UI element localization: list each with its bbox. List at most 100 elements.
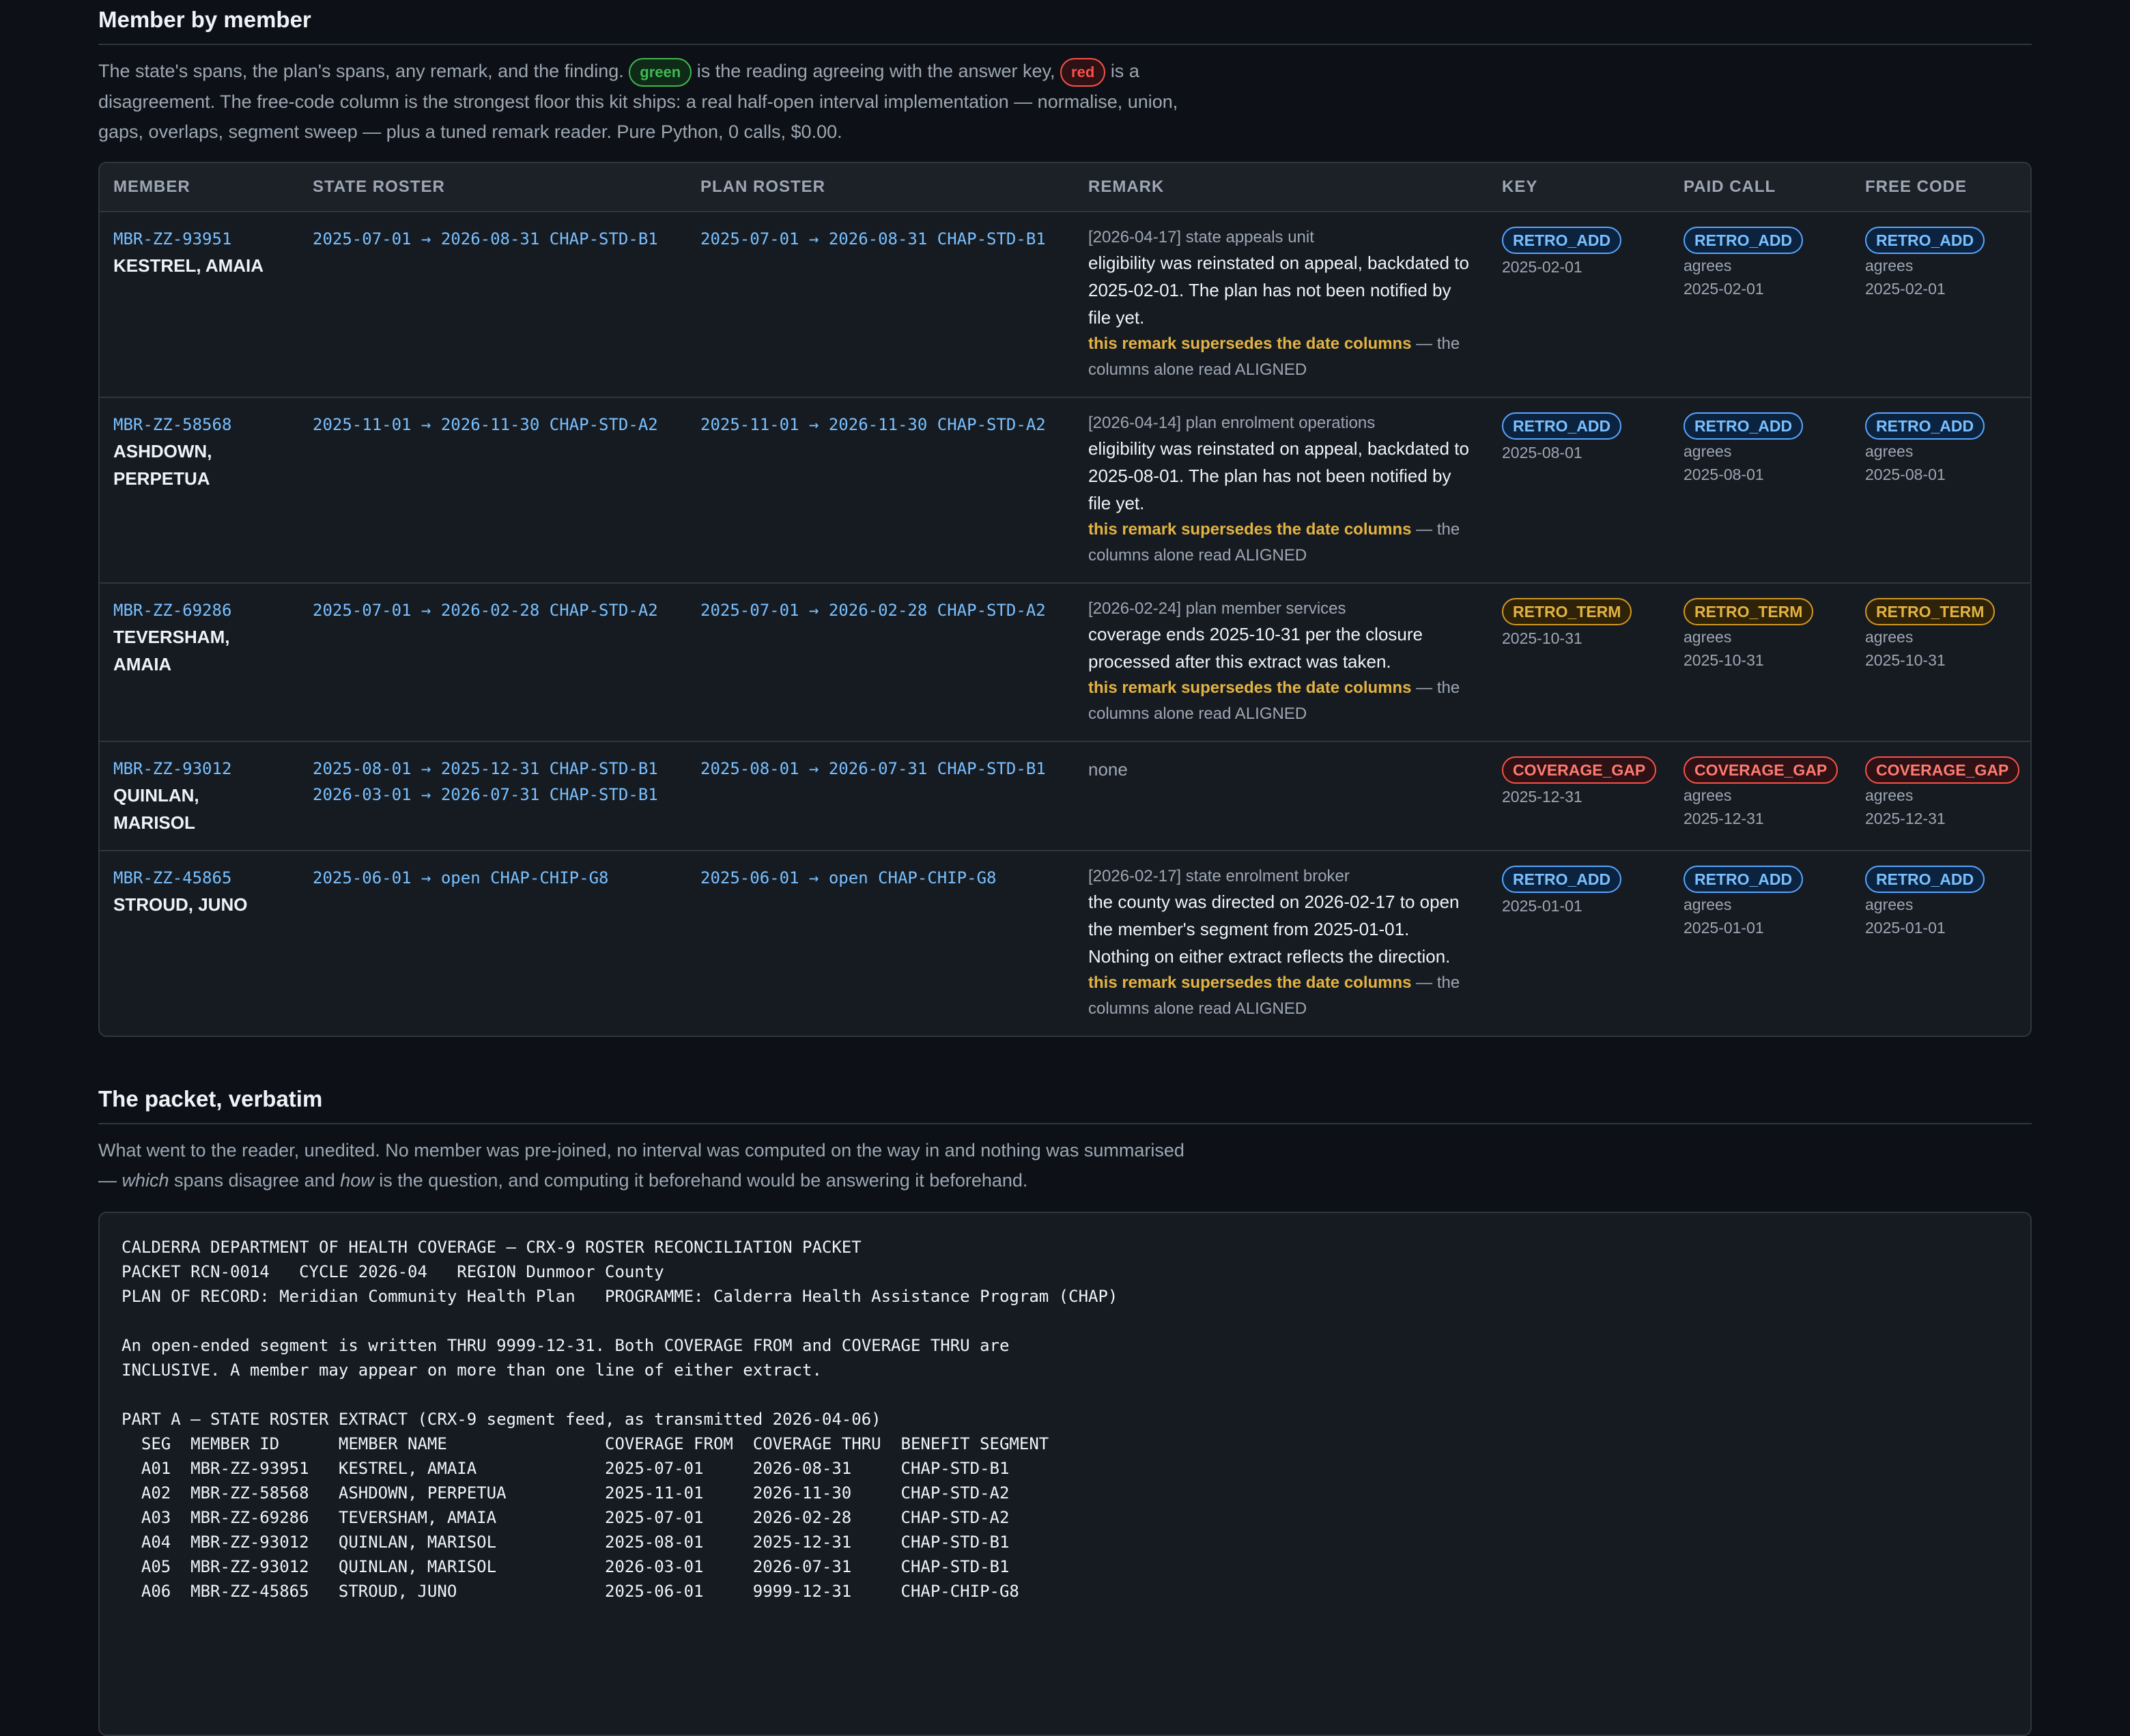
member-table: MEMBER STATE ROSTER PLAN ROSTER REMARK K… [100,162,2030,1036]
packet-intro-b: spans disagree and [169,1169,341,1191]
intro-text-1: The state's spans, the plan's spans, any… [98,61,624,81]
key-date: 2025-01-01 [1502,896,1582,915]
supersede-note: this remark supersedes the date columns … [1088,331,1475,383]
free-code-date: 2025-01-01 [1865,918,1946,937]
free-code-badge: RETRO_ADD [1865,865,1985,893]
free-code-note: agrees [1865,786,1914,804]
remark-cell: none [1075,741,1488,851]
plan-roster-cell: 2025-11-01 → 2026-11-30 CHAP-STD-A2 [687,397,1075,584]
plan-span: 2025-11-01 → 2026-11-30 CHAP-STD-A2 [700,414,1046,434]
free-code-cell: RETRO_ADD agrees 2025-08-01 [1851,397,2030,584]
remark-source: [2026-04-14] plan enrolment operations [1088,413,1376,432]
state-roster-cell: 2025-07-01 → 2026-08-31 CHAP-STD-B1 [299,211,687,398]
member-name: ASHDOWN, PERPETUA [113,440,212,489]
member-id-link[interactable]: MBR-ZZ-58568 [113,412,285,438]
paid-call-note: agrees [1684,627,1732,646]
packet-intro-how: how [340,1169,374,1191]
state-span: 2025-07-01 → 2026-08-31 CHAP-STD-B1 [313,229,658,248]
free-code-date: 2025-10-31 [1865,651,1946,669]
free-code-cell: RETRO_ADD agrees 2025-02-01 [1851,211,2030,398]
remark-cell: [2026-02-24] plan member services covera… [1075,582,1488,742]
col-header-paid-call: PAID CALL [1670,162,1851,212]
remark-source: [2026-04-17] state appeals unit [1088,227,1314,246]
col-header-free-code: FREE CODE [1851,162,2030,212]
member-cell: MBR-ZZ-58568 ASHDOWN, PERPETUA [100,397,299,584]
col-header-remark: REMARK [1075,162,1488,212]
col-header-key: KEY [1488,162,1670,212]
paid-call-cell: COVERAGE_GAP agrees 2025-12-31 [1670,741,1851,851]
paid-call-note: agrees [1684,256,1732,274]
key-date: 2025-12-31 [1502,787,1582,806]
state-span: 2025-11-01 → 2026-11-30 CHAP-STD-A2 [313,414,658,434]
free-code-cell: RETRO_TERM agrees 2025-10-31 [1851,582,2030,742]
table-row: MBR-ZZ-45865 STROUD, JUNO 2025-06-01 → o… [100,851,2030,1036]
paid-call-note: agrees [1684,895,1732,913]
member-id-link[interactable]: MBR-ZZ-69286 [113,597,285,623]
paid-call-cell: RETRO_ADD agrees 2025-01-01 [1670,851,1851,1036]
member-cell: MBR-ZZ-93951 KESTREL, AMAIA [100,211,299,398]
green-pill: green [629,57,692,87]
paid-call-note: agrees [1684,786,1732,804]
supersede-note: this remark supersedes the date columns … [1088,675,1475,727]
remark-cell: [2026-02-17] state enrolment broker the … [1075,851,1488,1036]
packet-verbatim-box[interactable]: CALDERRA DEPARTMENT OF HEALTH COVERAGE —… [98,1211,2032,1736]
plan-span: 2025-07-01 → 2026-08-31 CHAP-STD-B1 [700,229,1046,248]
paid-call-cell: RETRO_ADD agrees 2025-02-01 [1670,211,1851,398]
key-badge: RETRO_ADD [1502,865,1622,893]
paid-call-date: 2025-10-31 [1684,651,1764,669]
member-id-link[interactable]: MBR-ZZ-93012 [113,756,285,782]
remark-cell: [2026-04-17] state appeals unit eligibil… [1075,211,1488,398]
supersede-flag: this remark supersedes the date columns [1088,678,1412,697]
state-span: 2025-08-01 → 2025-12-31 CHAP-STD-B1 [313,758,658,778]
col-header-member: MEMBER [100,162,299,212]
packet-intro: What went to the reader, unedited. No me… [98,1135,1191,1195]
key-date: 2025-02-01 [1502,257,1582,276]
paid-call-badge: RETRO_ADD [1684,226,1804,254]
key-date: 2025-10-31 [1502,629,1582,647]
state-roster-cell: 2025-06-01 → open CHAP-CHIP-G8 [299,851,687,1036]
free-code-note: agrees [1865,627,1914,646]
key-cell: RETRO_ADD 2025-01-01 [1488,851,1670,1036]
member-cell: MBR-ZZ-93012 QUINLAN, MARISOL [100,741,299,851]
remark-none: none [1088,758,1128,780]
member-name: KESTREL, AMAIA [113,255,264,276]
section-intro: The state's spans, the plan's spans, any… [98,56,1191,147]
free-code-badge: COVERAGE_GAP [1865,756,2020,784]
supersede-note: this remark supersedes the date columns … [1088,970,1475,1022]
free-code-note: agrees [1865,895,1914,913]
key-badge: RETRO_TERM [1502,597,1632,625]
free-code-date: 2025-12-31 [1865,809,1946,827]
table-row: MBR-ZZ-93012 QUINLAN, MARISOL 2025-08-01… [100,741,2030,851]
paid-call-date: 2025-02-01 [1684,279,1764,298]
free-code-badge: RETRO_ADD [1865,412,1985,440]
key-cell: COVERAGE_GAP 2025-12-31 [1488,741,1670,851]
remark-cell: [2026-04-14] plan enrolment operations e… [1075,397,1488,584]
member-cell: MBR-ZZ-45865 STROUD, JUNO [100,851,299,1036]
key-badge: COVERAGE_GAP [1502,756,1657,784]
key-cell: RETRO_ADD 2025-02-01 [1488,211,1670,398]
remark-source: [2026-02-17] state enrolment broker [1088,866,1350,885]
packet-intro-which: which [122,1169,169,1191]
plan-span: 2025-07-01 → 2026-02-28 CHAP-STD-A2 [700,600,1046,620]
free-code-badge: RETRO_TERM [1865,597,1996,625]
paid-call-cell: RETRO_TERM agrees 2025-10-31 [1670,582,1851,742]
state-span: 2025-07-01 → 2026-02-28 CHAP-STD-A2 [313,600,658,620]
member-name: TEVERSHAM, AMAIA [113,626,230,674]
supersede-note: this remark supersedes the date columns … [1088,517,1475,569]
remark-text: eligibility was reinstated on appeal, ba… [1088,438,1469,513]
member-id-link[interactable]: MBR-ZZ-45865 [113,865,285,891]
paid-call-date: 2025-12-31 [1684,809,1764,827]
plan-span: 2025-06-01 → open CHAP-CHIP-G8 [700,868,997,887]
member-id-link[interactable]: MBR-ZZ-93951 [113,226,285,252]
remark-source: [2026-02-24] plan member services [1088,599,1346,618]
paid-call-badge: RETRO_ADD [1684,865,1804,893]
free-code-badge: RETRO_ADD [1865,226,1985,254]
plan-roster-cell: 2025-08-01 → 2026-07-31 CHAP-STD-B1 [687,741,1075,851]
supersede-flag: this remark supersedes the date columns [1088,334,1412,353]
remark-text: eligibility was reinstated on appeal, ba… [1088,252,1469,328]
packet-intro-c: is the question, and computing it before… [373,1169,1028,1191]
free-code-note: agrees [1865,442,1914,460]
paid-call-cell: RETRO_ADD agrees 2025-08-01 [1670,397,1851,584]
intro-text-2: is the reading agreeing with the answer … [696,61,1055,81]
paid-call-note: agrees [1684,442,1732,460]
